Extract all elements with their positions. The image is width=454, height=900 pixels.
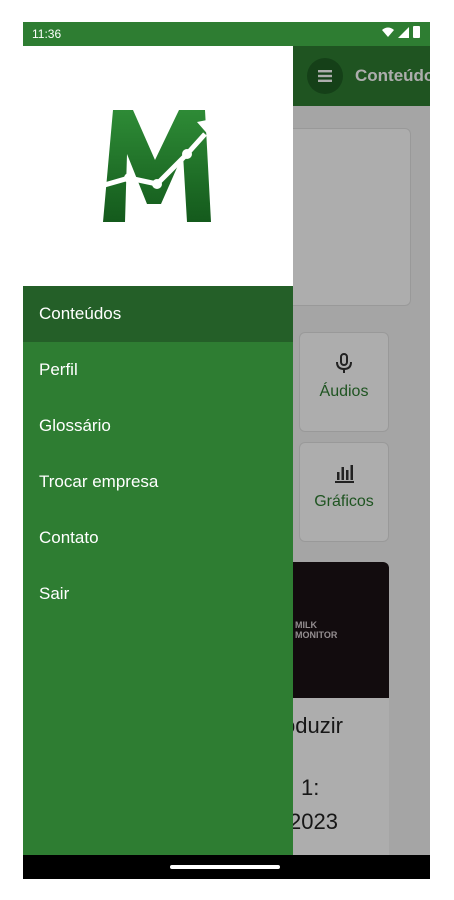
- navigation-drawer: Conteúdos Perfil Glossário Trocar empres…: [23, 46, 293, 855]
- system-navigation-bar: [23, 855, 430, 879]
- phone-screen: 11:36 Conteúdos Áudios: [23, 22, 430, 879]
- drawer-header: [23, 46, 293, 286]
- m-growth-logo: [100, 110, 217, 222]
- signal-icon: [398, 26, 409, 38]
- status-time: 11:36: [32, 27, 62, 41]
- battery-icon: [413, 26, 420, 38]
- drawer-item-perfil[interactable]: Perfil: [23, 342, 293, 398]
- drawer-item-sair[interactable]: Sair: [23, 566, 293, 622]
- drawer-item-glossario[interactable]: Glossário: [23, 398, 293, 454]
- home-gesture-handle[interactable]: [170, 865, 280, 869]
- drawer-menu: Conteúdos Perfil Glossário Trocar empres…: [23, 286, 293, 622]
- drawer-item-conteudos[interactable]: Conteúdos: [23, 286, 293, 342]
- drawer-item-trocar-empresa[interactable]: Trocar empresa: [23, 454, 293, 510]
- drawer-item-contato[interactable]: Contato: [23, 510, 293, 566]
- wifi-icon: [382, 27, 394, 37]
- status-icons: [382, 26, 420, 38]
- status-bar: 11:36: [23, 22, 430, 46]
